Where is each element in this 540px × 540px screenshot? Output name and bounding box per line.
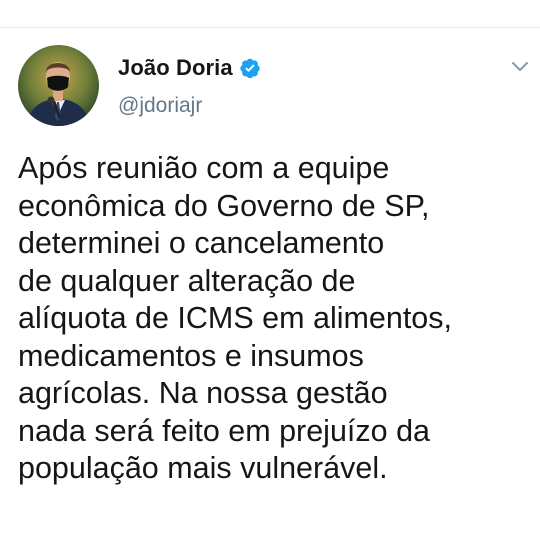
avatar-photo <box>18 45 99 126</box>
author-name-row[interactable]: João Doria <box>118 55 261 81</box>
divider <box>0 27 540 28</box>
avatar[interactable] <box>18 45 99 126</box>
verified-badge-icon <box>239 57 261 79</box>
author-handle[interactable]: @jdoriajr <box>118 94 202 118</box>
chevron-down-icon[interactable] <box>508 54 532 78</box>
tweet-card: João Doria @jdoriajr Após reunião com a … <box>0 0 540 540</box>
tweet-text: Após reunião com a equipe econômica do G… <box>18 151 452 485</box>
display-name[interactable]: João Doria <box>118 55 233 81</box>
